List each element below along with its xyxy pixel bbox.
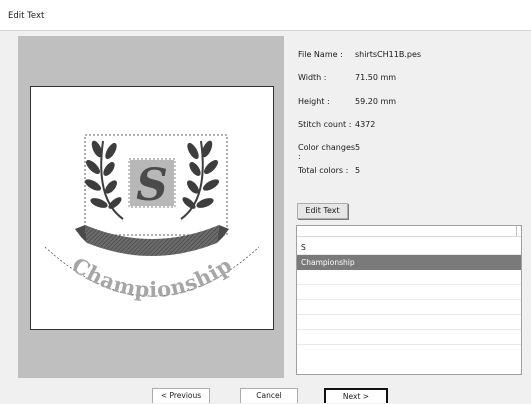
color-changes-label: Color changes : bbox=[298, 143, 356, 161]
width-label: Width : bbox=[298, 73, 327, 82]
list-item-championship[interactable]: Championship bbox=[297, 255, 521, 270]
embroidery-design: S Championship bbox=[44, 134, 260, 302]
next-button[interactable]: Next > bbox=[324, 388, 388, 403]
file-name-label: File Name : bbox=[298, 50, 343, 59]
list-item-empty bbox=[297, 330, 521, 345]
height-label: Height : bbox=[298, 97, 330, 106]
list-item-empty bbox=[297, 300, 521, 315]
list-item-s[interactable]: S bbox=[297, 240, 521, 255]
text-objects-list[interactable]: S Championship bbox=[296, 225, 522, 375]
total-colors-label: Total colors : bbox=[298, 166, 349, 175]
preview-panel: S Championship bbox=[18, 36, 284, 378]
edit-text-button[interactable]: Edit Text bbox=[297, 203, 348, 219]
monogram-letter[interactable]: S bbox=[136, 160, 168, 211]
height-value: 59.20 mm bbox=[355, 97, 397, 106]
file-name-value: shirtsCH11B.pes bbox=[355, 50, 422, 59]
stitch-count-value: 4372 bbox=[355, 120, 376, 129]
left-laurel-branch bbox=[84, 140, 124, 220]
window-title: Edit Text bbox=[8, 11, 45, 21]
width-value: 71.50 mm bbox=[355, 73, 397, 82]
list-header-divider bbox=[516, 226, 517, 236]
cancel-button[interactable]: Cancel bbox=[240, 388, 298, 403]
ribbon-left-tail bbox=[75, 225, 87, 243]
previous-button[interactable]: < Previous bbox=[152, 388, 210, 403]
banner-text[interactable]: Championship bbox=[68, 252, 237, 302]
total-colors-value: 5 bbox=[355, 166, 361, 175]
stitch-count-label: Stitch count : bbox=[298, 120, 352, 129]
list-item-empty bbox=[297, 270, 521, 285]
color-changes-value: 5 bbox=[355, 143, 361, 152]
list-item-empty bbox=[297, 285, 521, 300]
list-item-empty bbox=[297, 315, 521, 330]
design-preview-canvas: S Championship bbox=[30, 86, 274, 330]
right-laurel-branch bbox=[180, 140, 220, 220]
title-bar: Edit Text bbox=[0, 0, 531, 31]
ribbon-banner bbox=[85, 225, 219, 256]
list-header bbox=[297, 226, 521, 237]
